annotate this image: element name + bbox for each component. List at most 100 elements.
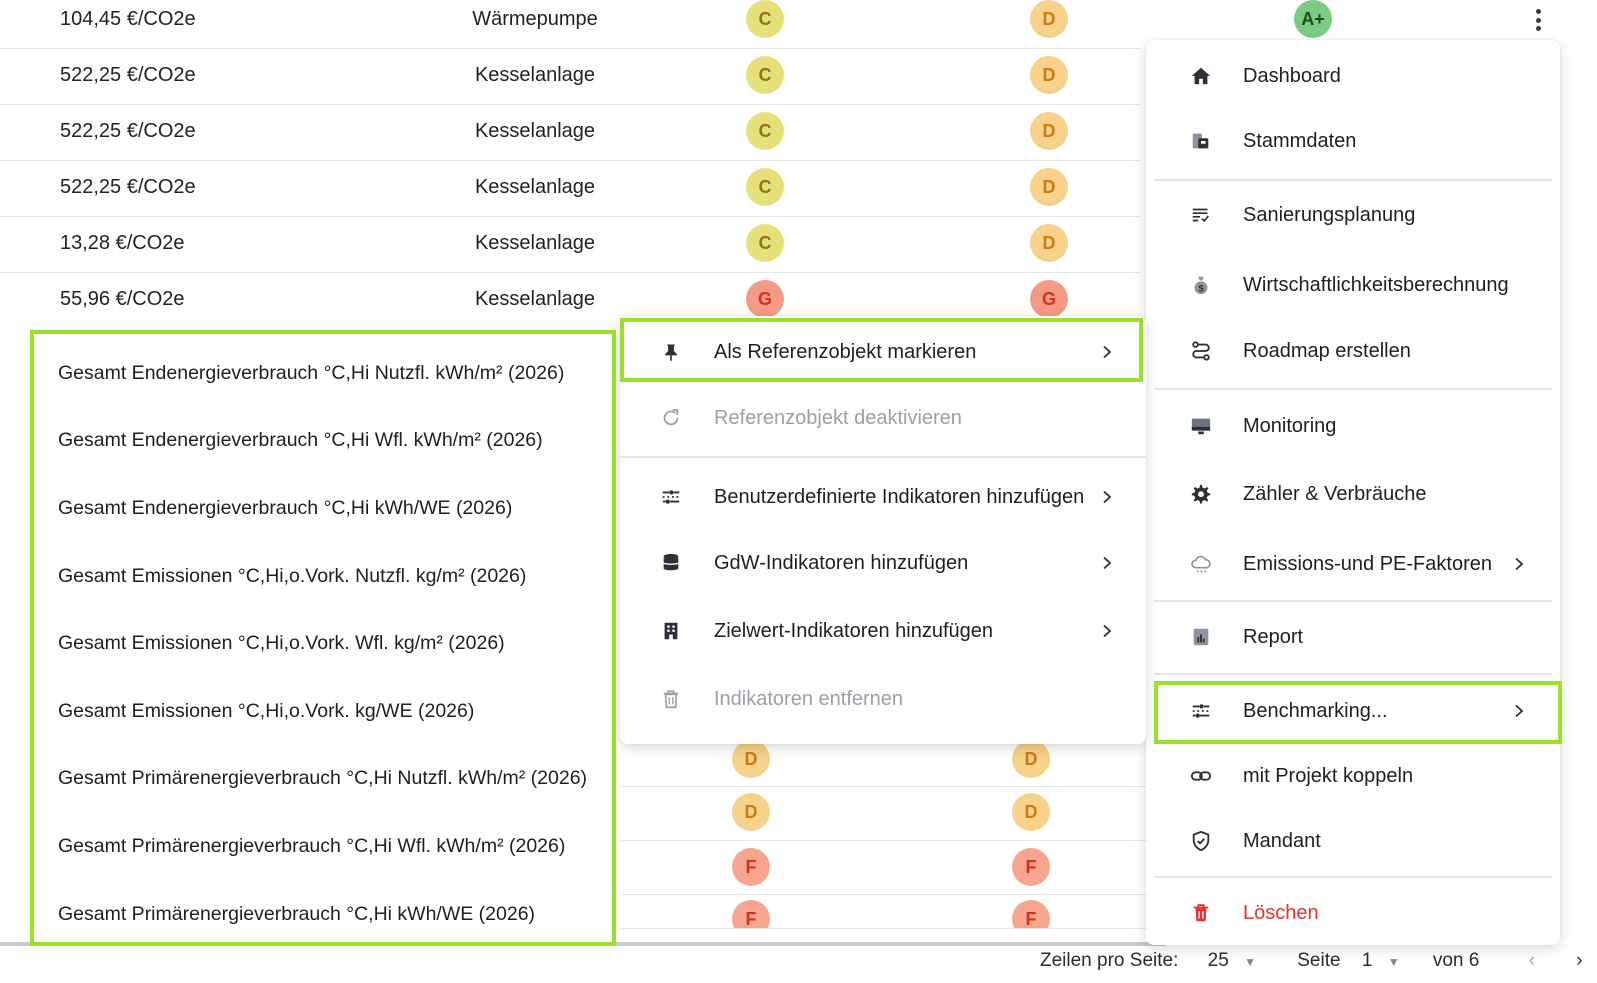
chevron-right-icon xyxy=(1103,556,1112,570)
rows-per-page-select[interactable]: 25 ▼ xyxy=(1208,950,1256,972)
chevron-right-icon xyxy=(1103,624,1112,638)
refresh-icon xyxy=(658,405,684,431)
menu-item-monitoring[interactable]: Monitoring xyxy=(1146,406,1560,446)
efficiency-class-badge: D xyxy=(1030,56,1068,94)
menu-item-mandant[interactable]: Mandant xyxy=(1146,821,1560,861)
menu-item-gdw-indikatoren[interactable]: GdW-Indikatoren hinzufügen xyxy=(620,543,1146,583)
indicator-list-item[interactable]: Gesamt Endenergieverbrauch °C,Hi Wfl. kW… xyxy=(58,429,543,452)
menu-item-label: Zielwert-Indikatoren hinzufügen xyxy=(714,619,994,642)
heating-type-cell: Kesselanlage xyxy=(474,120,596,142)
caret-down-icon: ▼ xyxy=(1244,955,1256,969)
rows-per-page-label: Zeilen pro Seite: xyxy=(1040,950,1179,971)
indicator-list-item[interactable]: Gesamt Emissionen °C,Hi,o.Vork. Nutzfl. … xyxy=(58,565,526,588)
checklist-icon xyxy=(1188,202,1214,228)
efficiency-class-badge: D xyxy=(732,740,770,778)
menu-item-referenzobjekt-deaktivieren[interactable]: Referenzobjekt deaktivieren xyxy=(620,398,1146,438)
menu-item-stammdaten[interactable]: Stammdaten xyxy=(1146,121,1560,161)
menu-item-label: Benutzerdefinierte Indikatoren hinzufüge… xyxy=(714,485,1085,508)
co2-cost-cell: 55,96 €/CO2e xyxy=(60,288,185,310)
menu-item-indikatoren-entfernen[interactable]: Indikatoren entfernen xyxy=(620,679,1146,719)
link-icon xyxy=(1188,763,1214,789)
indicator-list-item[interactable]: Gesamt Emissionen °C,Hi,o.Vork. kg/WE (2… xyxy=(58,700,474,723)
efficiency-class-badge: G xyxy=(1030,280,1068,318)
efficiency-class-badge: C xyxy=(746,56,784,94)
co2-cost-cell: 13,28 €/CO2e xyxy=(60,232,185,254)
menu-item-label: Referenzobjekt deaktivieren xyxy=(714,406,962,429)
chevron-right-icon xyxy=(1515,557,1524,571)
efficiency-class-badge: D xyxy=(1030,112,1068,150)
menu-item-label: Stammdaten xyxy=(1243,129,1357,152)
efficiency-class-badge: C xyxy=(746,0,784,38)
co2-cost-cell: 522,25 €/CO2e xyxy=(60,176,196,198)
efficiency-class-badge: C xyxy=(746,112,784,150)
menu-item-sanierungsplanung[interactable]: Sanierungsplanung xyxy=(1146,195,1560,235)
menu-item-loeschen[interactable]: Löschen xyxy=(1146,893,1560,933)
rows-per-page-value: 25 xyxy=(1207,950,1229,971)
menu-item-label: Report xyxy=(1243,625,1304,648)
efficiency-class-badge: A+ xyxy=(1294,0,1332,38)
co2-cost-cell: 522,25 €/CO2e xyxy=(60,64,196,86)
gear-icon xyxy=(1188,481,1214,507)
next-page-icon[interactable]: › xyxy=(1576,950,1582,972)
efficiency-class-badge: D xyxy=(1030,168,1068,206)
report-icon xyxy=(1188,624,1214,650)
menu-item-label: Mandant xyxy=(1243,829,1321,852)
menu-item-label: Roadmap erstellen xyxy=(1243,339,1411,362)
context-menu: Dashboard Stammdaten Sanierungsplanung $… xyxy=(1146,40,1560,945)
home-icon xyxy=(1188,63,1214,89)
indicator-list-item[interactable]: Gesamt Primärenergieverbrauch °C,Hi Wfl.… xyxy=(58,835,565,858)
menu-item-dashboard[interactable]: Dashboard xyxy=(1146,56,1560,96)
indicator-list-item[interactable]: Gesamt Emissionen °C,Hi,o.Vork. Wfl. kg/… xyxy=(58,632,505,655)
highlight-box xyxy=(1154,681,1562,744)
heating-type-cell: Kesselanlage xyxy=(474,288,596,310)
shield-icon xyxy=(1188,828,1214,854)
page-count-label: von 6 xyxy=(1432,950,1480,971)
efficiency-class-badge: F xyxy=(1012,848,1050,886)
heating-type-cell: Kesselanlage xyxy=(474,176,596,198)
indicator-list-item[interactable]: Gesamt Primärenergieverbrauch °C,Hi Nutz… xyxy=(58,767,587,790)
menu-item-roadmap-erstellen[interactable]: Roadmap erstellen xyxy=(1146,331,1560,371)
indicator-list-item[interactable]: Gesamt Endenergieverbrauch °C,Hi kWh/WE … xyxy=(58,497,512,520)
efficiency-class-badge: D xyxy=(732,793,770,831)
route-icon xyxy=(1188,338,1214,364)
heating-type-cell: Wärmepumpe xyxy=(472,8,598,30)
menu-item-wirtschaftlichkeitsberechnung[interactable]: $ Wirtschaftlichkeitsberechnung xyxy=(1146,265,1560,305)
prev-page-icon[interactable]: ‹ xyxy=(1529,950,1535,972)
page-select[interactable]: 1 ▼ xyxy=(1362,950,1400,972)
building-icon xyxy=(658,618,684,644)
efficiency-class-badge: D xyxy=(1012,740,1050,778)
efficiency-class-badge: C xyxy=(746,224,784,262)
menu-item-zielwert-indikatoren[interactable]: Zielwert-Indikatoren hinzufügen xyxy=(620,611,1146,651)
menu-item-label: Löschen xyxy=(1243,901,1319,924)
page-value: 1 xyxy=(1361,950,1373,971)
efficiency-class-badge: C xyxy=(746,168,784,206)
more-options-button[interactable] xyxy=(1528,6,1548,34)
menu-item-label: Wirtschaftlichkeitsberechnung xyxy=(1243,273,1509,296)
efficiency-class-badge: F xyxy=(1012,900,1050,928)
trash-icon xyxy=(658,686,684,712)
monitor-icon xyxy=(1188,413,1214,439)
co2-cost-cell: 104,45 €/CO2e xyxy=(60,8,196,30)
menu-item-emissions-pe-faktoren[interactable]: Emissions-und PE-Faktoren xyxy=(1146,544,1560,584)
menu-item-benutzerdefinierte-indikatoren[interactable]: Benutzerdefinierte Indikatoren hinzufüge… xyxy=(620,477,1146,517)
heating-type-cell: Kesselanlage xyxy=(474,64,596,86)
trash-icon xyxy=(1188,900,1214,926)
pagination-bar: Zeilen pro Seite: 25 ▼ Seite 1 ▼ von 6 ‹… xyxy=(1040,950,1583,972)
menu-item-label: GdW-Indikatoren hinzufügen xyxy=(714,551,969,574)
indicator-list-panel: Gesamt Endenergieverbrauch °C,Hi Nutzfl.… xyxy=(30,330,616,946)
menu-item-label: Indikatoren entfernen xyxy=(714,687,904,710)
highlight-box xyxy=(620,318,1143,382)
menu-item-mit-projekt-koppeln[interactable]: mit Projekt koppeln xyxy=(1146,756,1560,796)
caret-down-icon: ▼ xyxy=(1387,955,1400,969)
menu-item-zaehler-verbraeuche[interactable]: Zähler & Verbräuche xyxy=(1146,474,1560,514)
indicator-list-item[interactable]: Gesamt Endenergieverbrauch °C,Hi Nutzfl.… xyxy=(58,362,564,385)
svg-text:$: $ xyxy=(1198,283,1203,293)
co2-cost-cell: 522,25 €/CO2e xyxy=(60,120,196,142)
indicator-list-item[interactable]: Gesamt Primärenergieverbrauch °C,Hi kWh/… xyxy=(58,903,535,926)
menu-item-report[interactable]: Report xyxy=(1146,617,1560,657)
efficiency-class-badge: D xyxy=(1030,224,1068,262)
efficiency-class-badge: F xyxy=(732,848,770,886)
chevron-right-icon xyxy=(1103,490,1112,504)
efficiency-class-badge: G xyxy=(746,280,784,318)
cloud-icon xyxy=(1188,551,1214,577)
